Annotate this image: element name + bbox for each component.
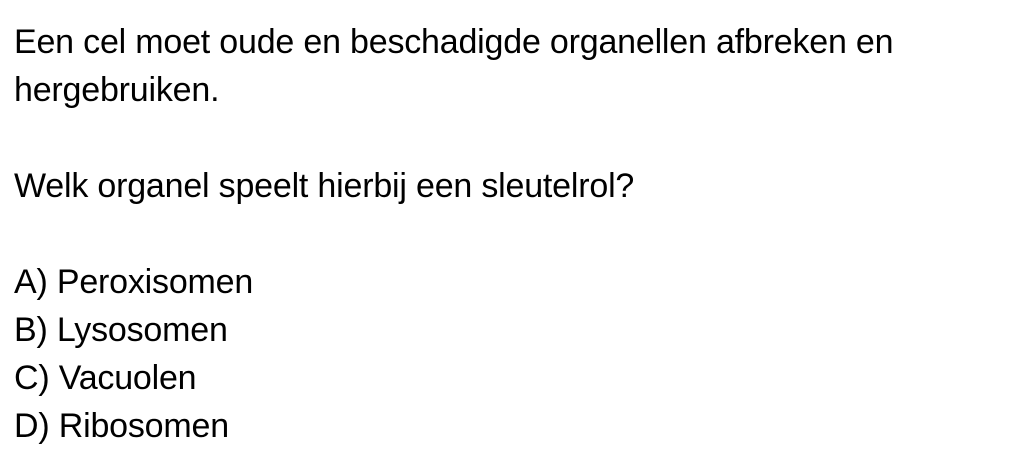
answer-option-b: B) Lysosomen xyxy=(14,306,999,354)
answer-options: A) Peroxisomen B) Lysosomen C) Vacuolen … xyxy=(14,258,999,450)
option-letter: C) xyxy=(14,359,50,397)
option-text: Lysosomen xyxy=(56,311,228,349)
option-text: Ribosomen xyxy=(58,407,229,445)
answer-option-d: D) Ribosomen xyxy=(14,402,999,450)
option-letter: A) xyxy=(14,263,48,301)
option-letter: D) xyxy=(14,407,50,445)
question-prompt: Welk organel speelt hierbij een sleutelr… xyxy=(14,167,635,205)
option-text: Peroxisomen xyxy=(56,263,254,301)
option-letter: B) xyxy=(14,311,48,349)
answer-option-a: A) Peroxisomen xyxy=(14,258,999,306)
question-stem: Een cel moet oude en beschadigde organel… xyxy=(14,23,894,109)
question-card: Een cel moet oude en beschadigde organel… xyxy=(14,18,999,450)
option-text: Vacuolen xyxy=(58,359,197,397)
answer-option-c: C) Vacuolen xyxy=(14,354,999,402)
